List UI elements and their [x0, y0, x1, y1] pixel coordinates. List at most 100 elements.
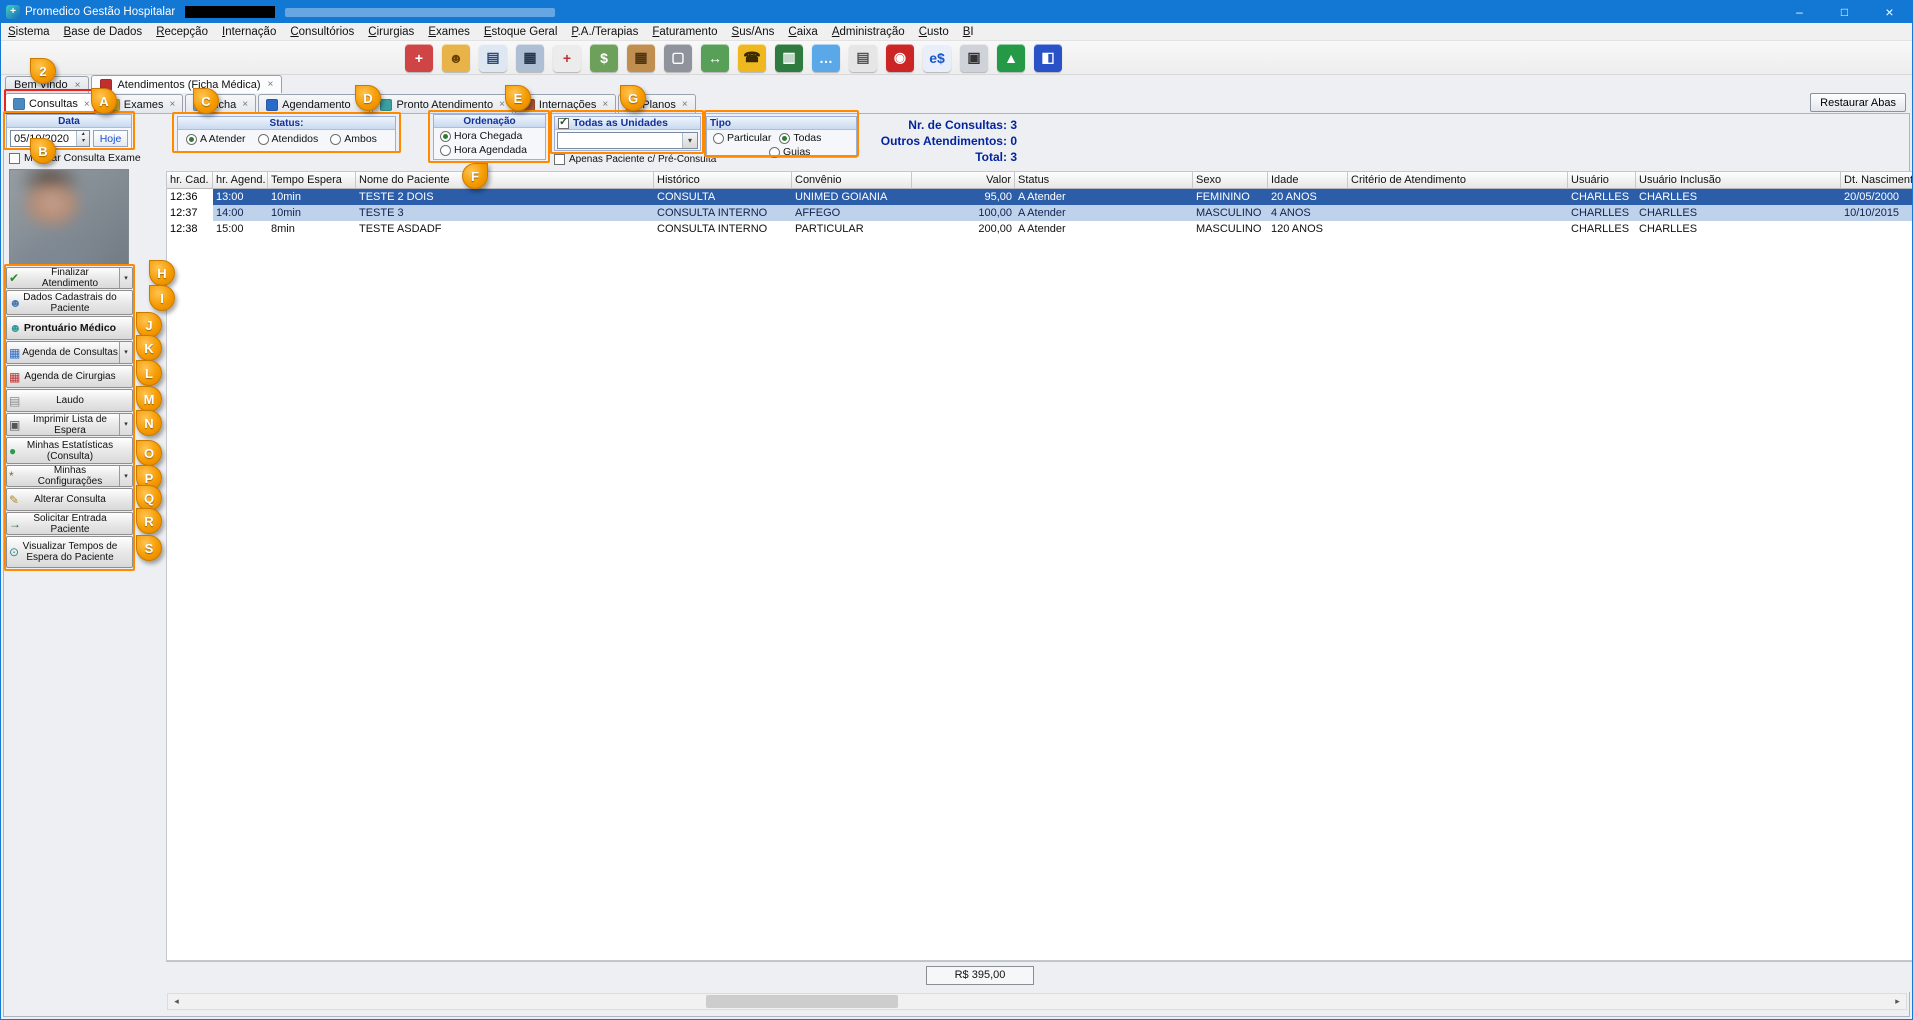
column-header-hr-cad[interactable]: hr. Cad. — [167, 172, 213, 189]
menu-bi[interactable]: BI — [956, 24, 981, 40]
e-billing-icon[interactable]: e$ — [923, 44, 951, 72]
menu-estoque-geral[interactable]: Estoque Geral — [477, 24, 565, 40]
medical-record-icon[interactable]: ▤ — [479, 44, 507, 72]
column-header-convenio[interactable]: Convênio — [792, 172, 912, 189]
dropdown-arrow-icon[interactable]: ▾ — [119, 466, 132, 486]
stock-boxes-icon[interactable]: ▦ — [627, 44, 655, 72]
unidades-combobox[interactable]: ▾ — [557, 132, 698, 149]
merge-consulta-exame-checkbox[interactable]: Mesclar Consulta Exame — [9, 152, 141, 164]
radio-hora-chegada[interactable]: Hora Chegada — [440, 130, 522, 142]
close-icon[interactable]: × — [242, 99, 248, 110]
radio-a-atender[interactable]: A Atender — [186, 133, 246, 145]
close-icon[interactable]: × — [84, 99, 90, 110]
billing-icon[interactable]: $ — [590, 44, 618, 72]
menu-recepcao[interactable]: Recepção — [149, 24, 215, 40]
menu-custo[interactable]: Custo — [912, 24, 956, 40]
todas-unidades-checkbox[interactable]: Todas as Unidades — [558, 117, 700, 130]
close-icon[interactable]: × — [602, 99, 608, 110]
close-icon[interactable]: × — [682, 99, 688, 110]
radio-atendidos[interactable]: Atendidos — [258, 133, 319, 145]
bi-icon[interactable]: ◧ — [1034, 44, 1062, 72]
dropdown-arrow-icon[interactable]: ▾ — [119, 342, 132, 363]
sidebar-button-visualizar-tempos-de-espera-do-paciente[interactable]: ⊙Visualizar Tempos de Espera do Paciente — [6, 536, 133, 568]
cash-transfer-icon[interactable]: ↔ — [701, 44, 729, 72]
tab-consultas[interactable]: Consultas× — [5, 93, 98, 114]
menu-exames[interactable]: Exames — [421, 24, 477, 40]
power-icon[interactable]: ◉ — [886, 44, 914, 72]
scroll-right-button[interactable]: ▸ — [1889, 994, 1906, 1009]
close-icon[interactable]: × — [75, 80, 81, 91]
safe-icon[interactable]: ▢ — [664, 44, 692, 72]
column-header-tempo-espera[interactable]: Tempo Espera — [268, 172, 356, 189]
sidebar-button-agenda-de-cirurgias[interactable]: ▦Agenda de Cirurgias — [6, 365, 133, 388]
restore-tabs-button[interactable]: Restaurar Abas — [1810, 93, 1906, 112]
sidebar-button-imprimir-lista-de-espera[interactable]: ▣Imprimir Lista de Espera▾ — [6, 413, 133, 436]
hospital-bed-icon[interactable]: ▦ — [516, 44, 544, 72]
chevron-down-icon[interactable]: ▾ — [682, 133, 697, 148]
horizontal-scrollbar[interactable]: ◂ ▸ — [167, 993, 1907, 1010]
menu-consultorios[interactable]: Consultórios — [283, 24, 361, 40]
table-row[interactable]: 12:3714:0010minTESTE 3CONSULTA INTERNOAF… — [167, 205, 1912, 221]
column-header-nome-do-paciente[interactable]: Nome do Paciente — [356, 172, 654, 189]
menu-sistema[interactable]: Sistema — [1, 24, 57, 40]
radio-particular[interactable]: Particular — [713, 132, 771, 144]
printer-icon[interactable]: ▣ — [960, 44, 988, 72]
date-spinner[interactable]: ▴▾ — [76, 131, 89, 146]
table-row[interactable]: 12:3613:0010minTESTE 2 DOISCONSULTAUNIME… — [167, 189, 1912, 205]
dropdown-arrow-icon[interactable]: ▾ — [119, 268, 132, 288]
column-header-hr-agend[interactable]: hr. Agend. — [213, 172, 268, 189]
sidebar-button-agenda-de-consultas[interactable]: ▦Agenda de Consultas▾ — [6, 341, 133, 364]
radio-hora-agendada[interactable]: Hora Agendada — [440, 144, 527, 156]
column-header-historico[interactable]: Histórico — [654, 172, 792, 189]
sidebar-button-laudo[interactable]: ▤Laudo — [6, 389, 133, 412]
column-header-usuario-inclusao[interactable]: Usuário Inclusão — [1636, 172, 1841, 189]
close-icon[interactable]: × — [499, 99, 505, 110]
menu-administracao[interactable]: Administração — [825, 24, 912, 40]
tab-pronto-atendimento[interactable]: Pronto Atendimento× — [372, 94, 512, 114]
menu-cirurgias[interactable]: Cirurgias — [361, 24, 421, 40]
sidebar-button-minhas-configuracoes[interactable]: *Minhas Configurações▾ — [6, 465, 133, 487]
sidebar-button-minhas-estatisticas-consulta[interactable]: ●Minhas Estatísticas (Consulta) — [6, 437, 133, 464]
sidebar-button-finalizar-atendimento[interactable]: ✔Finalizar Atendimento▾ — [6, 267, 133, 289]
menu-sus-ans[interactable]: Sus/Ans — [725, 24, 782, 40]
table-row[interactable]: 12:3815:008minTESTE ASDADFCONSULTA INTER… — [167, 221, 1912, 237]
pre-consulta-checkbox[interactable]: Apenas Paciente c/ Pré-Consulta — [554, 154, 716, 165]
vitals-chart-icon[interactable]: ▲ — [997, 44, 1025, 72]
close-icon[interactable]: × — [170, 99, 176, 110]
tab-atendimentos-ficha-medica[interactable]: Atendimentos (Ficha Médica)× — [91, 75, 282, 93]
close-button[interactable]: × — [1867, 1, 1912, 23]
column-header-idade[interactable]: Idade — [1268, 172, 1348, 189]
close-icon[interactable]: × — [268, 79, 274, 90]
phonebook-icon[interactable]: ☎ — [738, 44, 766, 72]
column-header-dt-nascimento[interactable]: Dt. Nascimento — [1841, 172, 1912, 189]
maximize-button[interactable]: □ — [1822, 1, 1867, 23]
menu-internacao[interactable]: Internação — [215, 24, 283, 40]
dropdown-arrow-icon[interactable]: ▾ — [119, 414, 132, 435]
scrollbar-thumb[interactable] — [706, 995, 898, 1008]
column-header-valor[interactable]: Valor — [912, 172, 1015, 189]
scroll-left-button[interactable]: ◂ — [168, 994, 185, 1009]
column-header-status[interactable]: Status — [1015, 172, 1193, 189]
sidebar-button-prontuario-medico[interactable]: ☻Prontuário Médico — [6, 316, 133, 340]
radio-todas[interactable]: Todas — [779, 132, 821, 144]
radio-ambos[interactable]: Ambos — [330, 133, 377, 145]
today-button[interactable]: Hoje — [93, 130, 128, 147]
sidebar-button-solicitar-entrada-paciente[interactable]: →Solicitar Entrada Paciente — [6, 512, 133, 535]
column-header-usuario[interactable]: Usuário — [1568, 172, 1636, 189]
menu-caixa[interactable]: Caixa — [781, 24, 824, 40]
chat-icon[interactable]: … — [812, 44, 840, 72]
reception-icon[interactable]: ☻ — [442, 44, 470, 72]
ambulance-icon[interactable]: + — [553, 44, 581, 72]
ledger-icon[interactable]: ▥ — [775, 44, 803, 72]
sidebar-button-dados-cadastrais-do-paciente[interactable]: ☻Dados Cadastrais do Paciente — [6, 290, 133, 315]
radio-guias[interactable]: Guias — [769, 146, 810, 158]
menu-p-a-terapias[interactable]: P.A./Terapias — [564, 24, 645, 40]
sus-icon[interactable]: + — [405, 44, 433, 72]
column-header-criterio-de-atendimento[interactable]: Critério de Atendimento — [1348, 172, 1568, 189]
receipt-icon[interactable]: ▤ — [849, 44, 877, 72]
sidebar-button-alterar-consulta[interactable]: ✎Alterar Consulta — [6, 488, 133, 511]
menu-base-de-dados[interactable]: Base de Dados — [57, 24, 150, 40]
tab-agendamento[interactable]: Agendamento× — [258, 94, 370, 114]
column-header-sexo[interactable]: Sexo — [1193, 172, 1268, 189]
menu-faturamento[interactable]: Faturamento — [645, 24, 724, 40]
